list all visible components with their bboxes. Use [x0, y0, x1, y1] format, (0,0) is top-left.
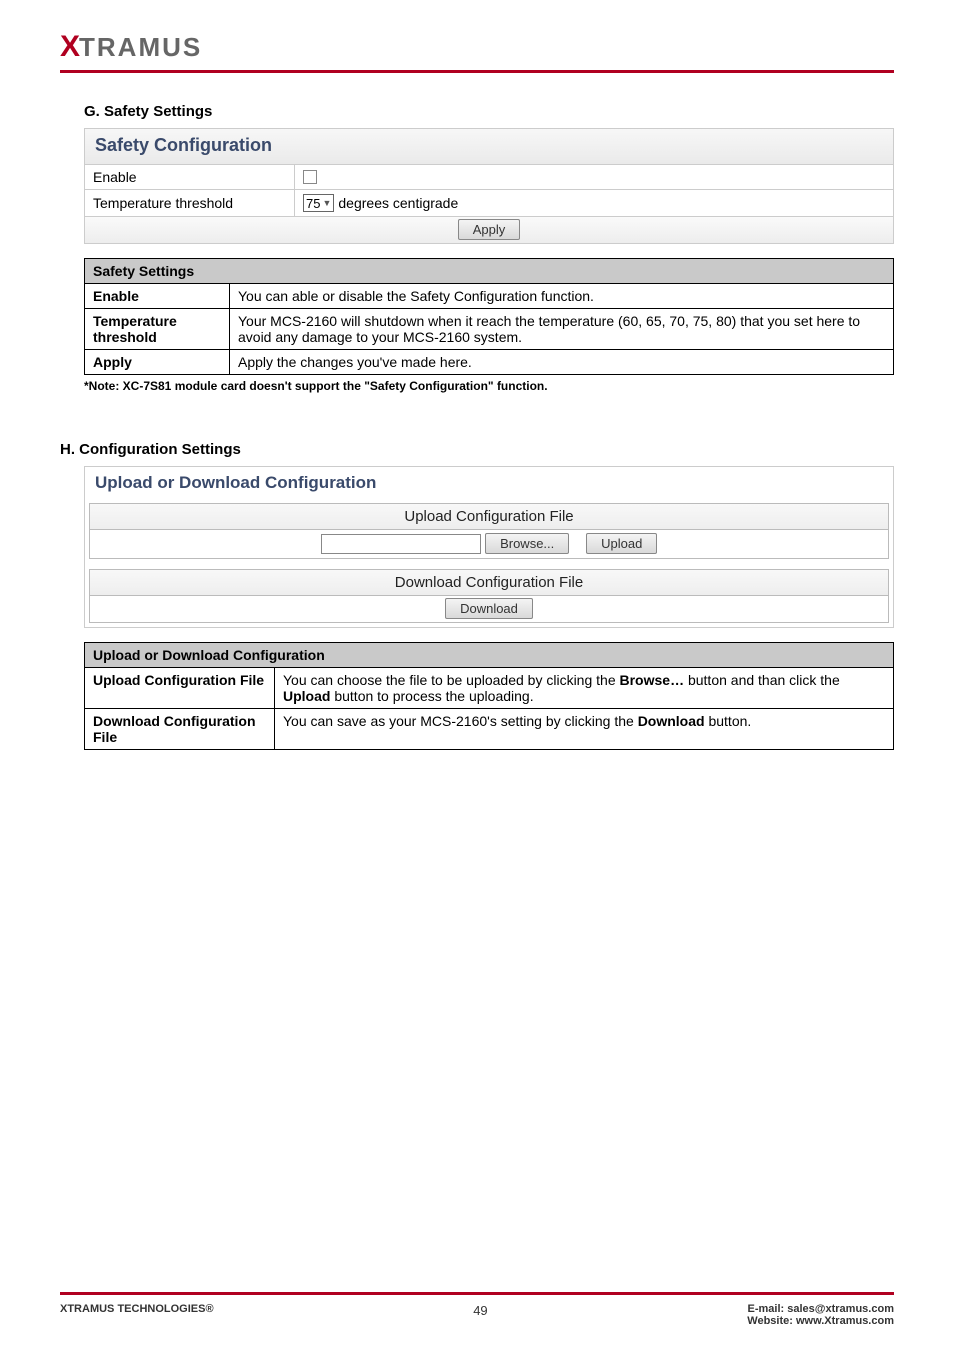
- footer-email: E-mail: sales@xtramus.com: [747, 1303, 894, 1315]
- upload-download-spec-header: Upload or Download Configuration: [85, 643, 894, 668]
- row-enable-desc: You can able or disable the Safety Confi…: [230, 284, 894, 309]
- upload-file-input[interactable]: [321, 534, 481, 554]
- upload-download-table: Upload or Download Configuration Upload …: [84, 642, 894, 750]
- temperature-value: 75: [306, 196, 320, 211]
- temperature-units: degrees centigrade: [338, 195, 458, 211]
- footer-website: Website: www.Xtramus.com: [747, 1315, 894, 1327]
- brand-logo: X TRAMUS: [60, 30, 894, 64]
- upload-download-heading: Upload or Download Configuration: [85, 467, 893, 503]
- row-apply-desc: Apply the changes you've made here.: [230, 350, 894, 375]
- safety-settings-header: Safety Settings: [85, 259, 894, 284]
- footer-page-number: 49: [473, 1303, 487, 1318]
- section-h-title: H. Configuration Settings: [60, 441, 894, 458]
- logo-text: TRAMUS: [79, 32, 202, 63]
- upload-config-header: Upload Configuration File: [89, 503, 889, 530]
- row-temp-label: Temperature threshold: [85, 309, 230, 350]
- upload-button[interactable]: Upload: [586, 533, 657, 554]
- safety-settings-table: Safety Settings Enable You can able or d…: [84, 258, 894, 375]
- page-footer: XTRAMUS TECHNOLOGIES® 49 E-mail: sales@x…: [60, 1292, 894, 1327]
- row-apply-label: Apply: [85, 350, 230, 375]
- apply-button[interactable]: Apply: [458, 219, 521, 240]
- row-enable-label: Enable: [85, 284, 230, 309]
- safety-config-heading: Safety Configuration: [85, 129, 893, 164]
- download-config-header: Download Configuration File: [89, 569, 889, 596]
- section-g-title: G. Safety Settings: [84, 103, 894, 120]
- safety-note: *Note: XC-7S81 module card doesn't suppo…: [84, 379, 894, 393]
- row-upload-label: Upload Configuration File: [85, 668, 275, 709]
- enable-checkbox[interactable]: [303, 170, 317, 184]
- chevron-down-icon: ▼: [322, 198, 331, 208]
- temperature-threshold-label: Temperature threshold: [85, 190, 295, 216]
- temperature-select[interactable]: 75 ▼: [303, 194, 334, 212]
- row-temp-desc: Your MCS-2160 will shutdown when it reac…: [230, 309, 894, 350]
- row-download-desc: You can save as your MCS-2160's setting …: [275, 709, 894, 750]
- row-download-label: Download Configuration File: [85, 709, 275, 750]
- enable-label: Enable: [85, 165, 295, 189]
- row-upload-desc: You can choose the file to be uploaded b…: [275, 668, 894, 709]
- header: X TRAMUS: [60, 30, 894, 73]
- safety-config-panel: Safety Configuration Enable Temperature …: [84, 128, 894, 244]
- footer-company: XTRAMUS TECHNOLOGIES®: [60, 1303, 214, 1315]
- upload-download-panel: Upload or Download Configuration Upload …: [84, 466, 894, 628]
- browse-button[interactable]: Browse...: [485, 533, 569, 554]
- download-button[interactable]: Download: [445, 598, 533, 619]
- logo-mark: X: [60, 30, 79, 64]
